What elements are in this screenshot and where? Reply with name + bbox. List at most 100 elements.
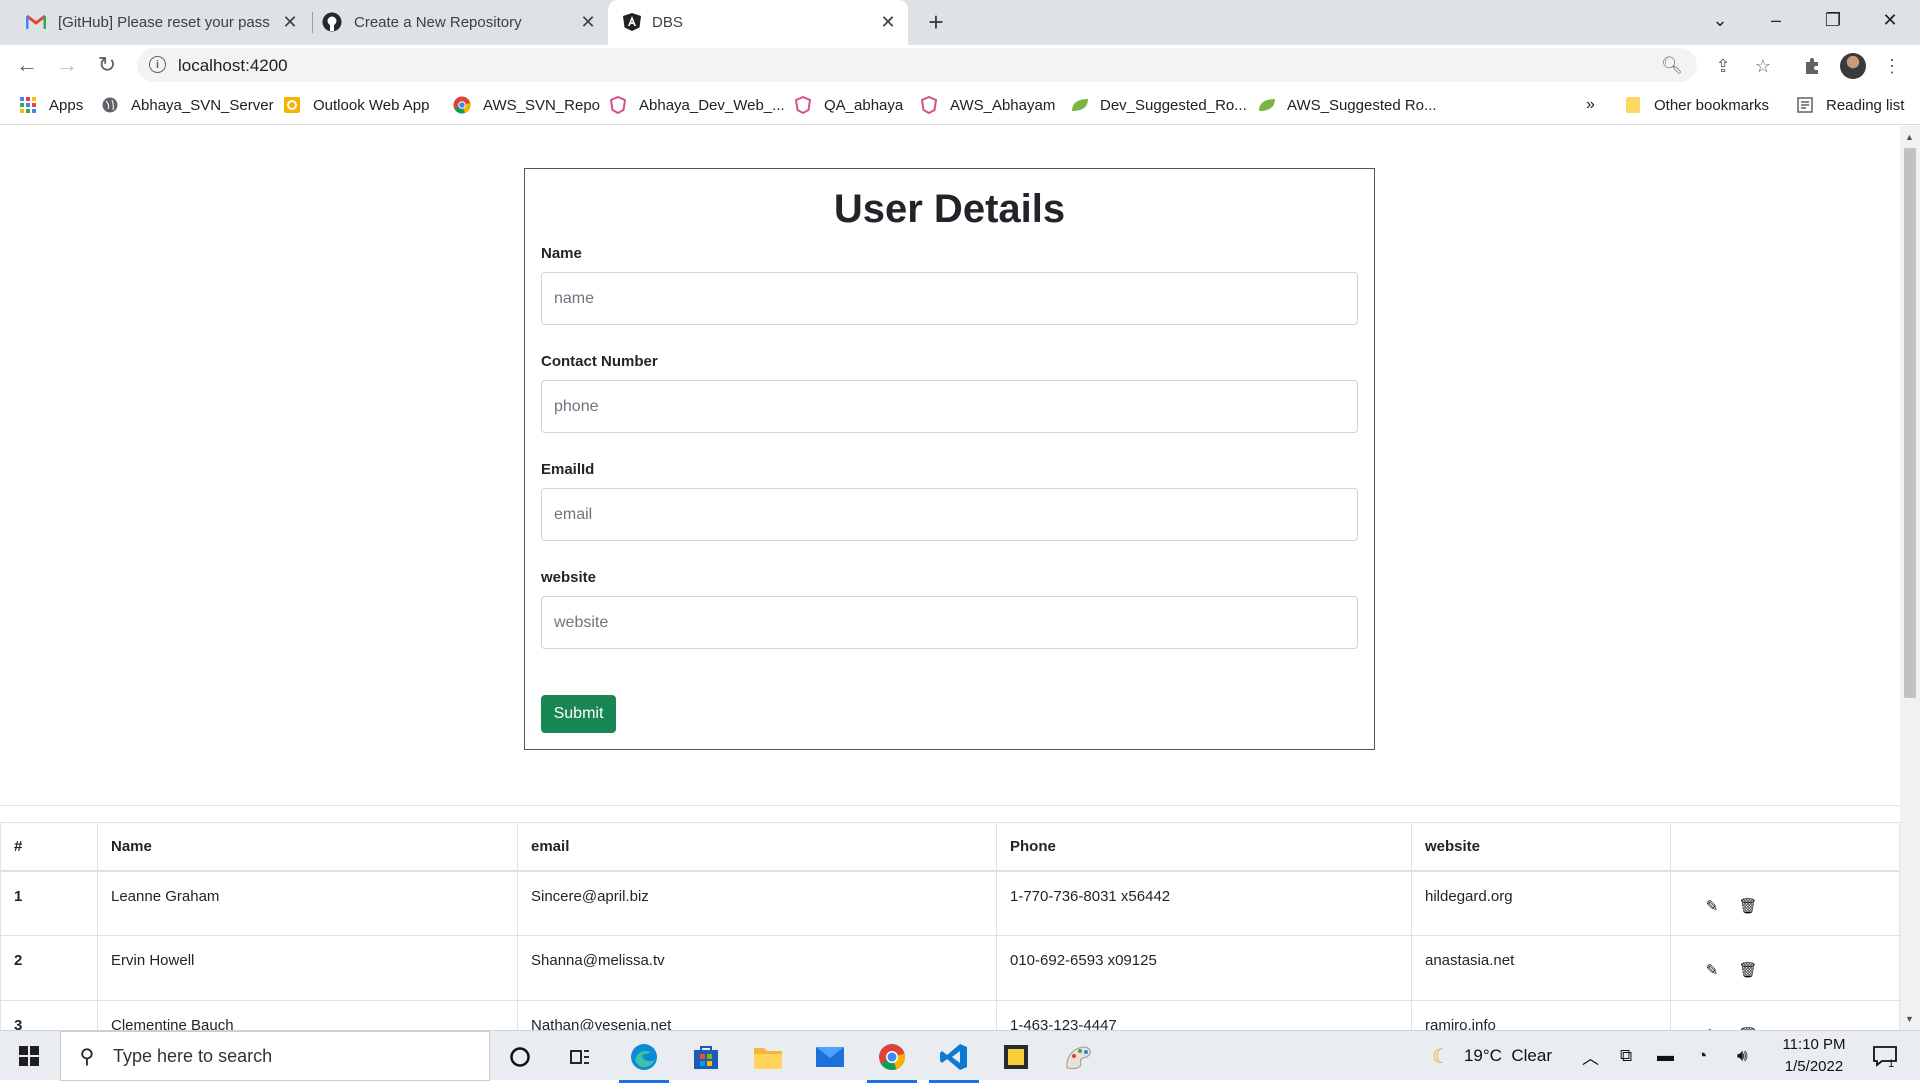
chrome-taskbar-icon[interactable] bbox=[867, 1040, 917, 1083]
extensions-puzzle-icon[interactable] bbox=[1800, 54, 1824, 78]
file-explorer-icon[interactable] bbox=[751, 1040, 785, 1074]
column-header-phone: Phone bbox=[996, 822, 1412, 872]
name-input[interactable] bbox=[541, 272, 1358, 325]
cell-email: Shanna@melissa.tv bbox=[517, 935, 997, 1001]
forward-button[interactable]: → bbox=[53, 51, 81, 79]
shield-icon bbox=[794, 96, 812, 114]
close-tab-icon[interactable]: ✕ bbox=[280, 12, 300, 32]
volume-icon[interactable]: 🔊︎ bbox=[1737, 1031, 1748, 1081]
leaf-icon bbox=[1257, 96, 1275, 114]
bookmark-aws-abhayam[interactable]: AWS_Abhayam bbox=[920, 95, 1055, 115]
cell-email: Sincere@april.biz bbox=[517, 870, 997, 936]
windows-start-icon[interactable] bbox=[19, 1046, 39, 1066]
delete-trash-icon[interactable]: 🗑︎ bbox=[1738, 960, 1758, 980]
clock-date: 1/5/2022 bbox=[1784, 1058, 1844, 1075]
site-info-icon[interactable]: i bbox=[149, 56, 166, 73]
website-label: website bbox=[541, 569, 597, 586]
zoom-icon[interactable]: 🔍︎ bbox=[1661, 55, 1683, 77]
sticky-notes-icon[interactable] bbox=[999, 1040, 1033, 1074]
bookmark-outlook-web-app[interactable]: Outlook Web App bbox=[283, 95, 429, 115]
system-clock[interactable]: 11:10 PM 1/5/2022 bbox=[1768, 1034, 1860, 1078]
scroll-down-arrow-icon[interactable]: ▼ bbox=[1905, 1014, 1914, 1024]
browser-toolbar: ← → ↻ i localhost:4200 🔍︎ ⇪ ☆ ⋮ bbox=[0, 45, 1920, 85]
reading-list-button[interactable]: Reading list bbox=[1796, 95, 1904, 115]
cell-name: Clementine Bauch bbox=[97, 1000, 518, 1030]
page-viewport: User Details Name Contact Number EmailId… bbox=[0, 126, 1920, 1030]
weather-widget[interactable]: ☾ 19°C Clear bbox=[1432, 1031, 1552, 1081]
edit-pencil-icon[interactable]: ✎ bbox=[1702, 960, 1722, 980]
menu-kebab-icon[interactable]: ⋮ bbox=[1880, 54, 1904, 78]
tab-search-chevron-icon[interactable]: ⌄ bbox=[1700, 0, 1740, 40]
vscode-icon[interactable] bbox=[929, 1040, 979, 1083]
cell-name: Leanne Graham bbox=[97, 870, 518, 936]
microsoft-store-icon[interactable] bbox=[689, 1040, 723, 1074]
bookmarks-bar: Apps Abhaya_SVN_Server Outlook Web App A… bbox=[0, 85, 1920, 125]
website-input[interactable] bbox=[541, 596, 1358, 649]
cell-name: Ervin Howell bbox=[97, 935, 518, 1001]
taskbar-search-box[interactable]: ⚲ Type here to search bbox=[60, 1031, 490, 1081]
notifications-icon[interactable]: 1 bbox=[1872, 1031, 1898, 1081]
bookmark-qa-abhaya[interactable]: QA_abhaya bbox=[794, 95, 903, 115]
mail-icon[interactable] bbox=[813, 1040, 847, 1074]
search-placeholder: Type here to search bbox=[113, 1045, 273, 1066]
address-bar[interactable]: i localhost:4200 🔍︎ bbox=[137, 48, 1697, 82]
close-tab-icon[interactable]: ✕ bbox=[578, 12, 598, 32]
bookmark-apps[interactable]: Apps bbox=[19, 95, 83, 115]
task-view-icon[interactable] bbox=[563, 1040, 597, 1074]
email-input[interactable] bbox=[541, 488, 1358, 541]
close-tab-icon[interactable]: ✕ bbox=[878, 12, 898, 32]
bookmark-aws-suggested[interactable]: AWS_Suggested Ro... bbox=[1257, 95, 1437, 115]
tab-separator bbox=[312, 12, 313, 33]
bookmark-other-bookmarks[interactable]: Other bookmarks bbox=[1624, 95, 1769, 115]
table-row: 3 Clementine Bauch Nathan@yesenia.net 1-… bbox=[0, 1000, 1900, 1030]
minimize-button[interactable]: – bbox=[1756, 0, 1796, 40]
page-scrollbar[interactable]: ▲ ▼ bbox=[1900, 126, 1920, 1030]
meet-now-icon[interactable]: ⧉ bbox=[1620, 1031, 1632, 1081]
cell-actions: ✎ 🗑︎ bbox=[1670, 935, 1900, 1001]
tab-dbs[interactable]: DBS ✕ bbox=[608, 0, 908, 45]
table-header-row: # Name email Phone website bbox=[0, 822, 1900, 872]
bookmark-abhaya-dev-web[interactable]: Abhaya_Dev_Web_... bbox=[609, 95, 785, 115]
bookmark-label: Reading list bbox=[1826, 96, 1905, 114]
url-text[interactable]: localhost:4200 bbox=[178, 56, 288, 76]
tab-github[interactable]: Create a New Repository ✕ bbox=[322, 0, 602, 45]
close-window-button[interactable]: ✕ bbox=[1870, 0, 1910, 40]
show-hidden-icons-chevron-icon[interactable]: ︿ bbox=[1582, 1031, 1599, 1081]
new-tab-button[interactable]: + bbox=[922, 7, 950, 37]
cell-website: ramiro.info bbox=[1411, 1000, 1671, 1030]
back-button[interactable]: ← bbox=[13, 51, 41, 79]
tab-gmail[interactable]: [GitHub] Please reset your passw ✕ bbox=[26, 0, 306, 45]
shield-icon bbox=[920, 96, 938, 114]
reading-list-icon bbox=[1796, 96, 1814, 114]
scroll-up-arrow-icon[interactable]: ▲ bbox=[1905, 132, 1914, 142]
paint-icon[interactable] bbox=[1061, 1040, 1095, 1074]
phone-input[interactable] bbox=[541, 380, 1358, 433]
cell-actions: ✎🗑︎ bbox=[1670, 1000, 1900, 1030]
bookmark-dev-suggested[interactable]: Dev_Suggested_Ro... bbox=[1070, 95, 1247, 115]
email-label: EmailId bbox=[541, 461, 595, 478]
cortana-icon[interactable] bbox=[503, 1040, 537, 1074]
submit-button[interactable]: Submit bbox=[541, 695, 616, 733]
reload-button[interactable]: ↻ bbox=[93, 51, 121, 79]
scrollbar-thumb[interactable] bbox=[1904, 148, 1916, 698]
battery-icon[interactable]: ▬ bbox=[1657, 1031, 1674, 1081]
bookmark-abhaya-svn-server[interactable]: Abhaya_SVN_Server bbox=[101, 95, 274, 115]
column-header-index: # bbox=[0, 822, 98, 872]
moon-icon: ☾ bbox=[1432, 1045, 1450, 1068]
share-icon[interactable]: ⇪ bbox=[1711, 54, 1735, 78]
bookmark-aws-svn-repo[interactable]: AWS_SVN_Repo bbox=[453, 95, 600, 115]
edge-icon[interactable] bbox=[619, 1040, 669, 1083]
shield-icon bbox=[609, 96, 627, 114]
bookmark-star-icon[interactable]: ☆ bbox=[1751, 54, 1775, 78]
notification-count-badge: 1 bbox=[1888, 1058, 1895, 1070]
bookmarks-overflow-button[interactable]: » bbox=[1586, 95, 1595, 115]
delete-trash-icon[interactable]: 🗑︎ bbox=[1738, 896, 1758, 916]
profile-avatar[interactable] bbox=[1840, 53, 1866, 79]
cell-index: 1 bbox=[0, 870, 98, 936]
windows-taskbar: ⚲ Type here to search ☾ 19°C Clear ︿ ⧉ ▬… bbox=[0, 1030, 1920, 1083]
edit-pencil-icon[interactable]: ✎ bbox=[1702, 896, 1722, 916]
restore-button[interactable]: ❐ bbox=[1813, 0, 1853, 40]
cell-index: 3 bbox=[0, 1000, 98, 1030]
cell-phone: 010-692-6593 x09125 bbox=[996, 935, 1412, 1001]
wifi-icon[interactable]: ◔ bbox=[1697, 1031, 1707, 1081]
